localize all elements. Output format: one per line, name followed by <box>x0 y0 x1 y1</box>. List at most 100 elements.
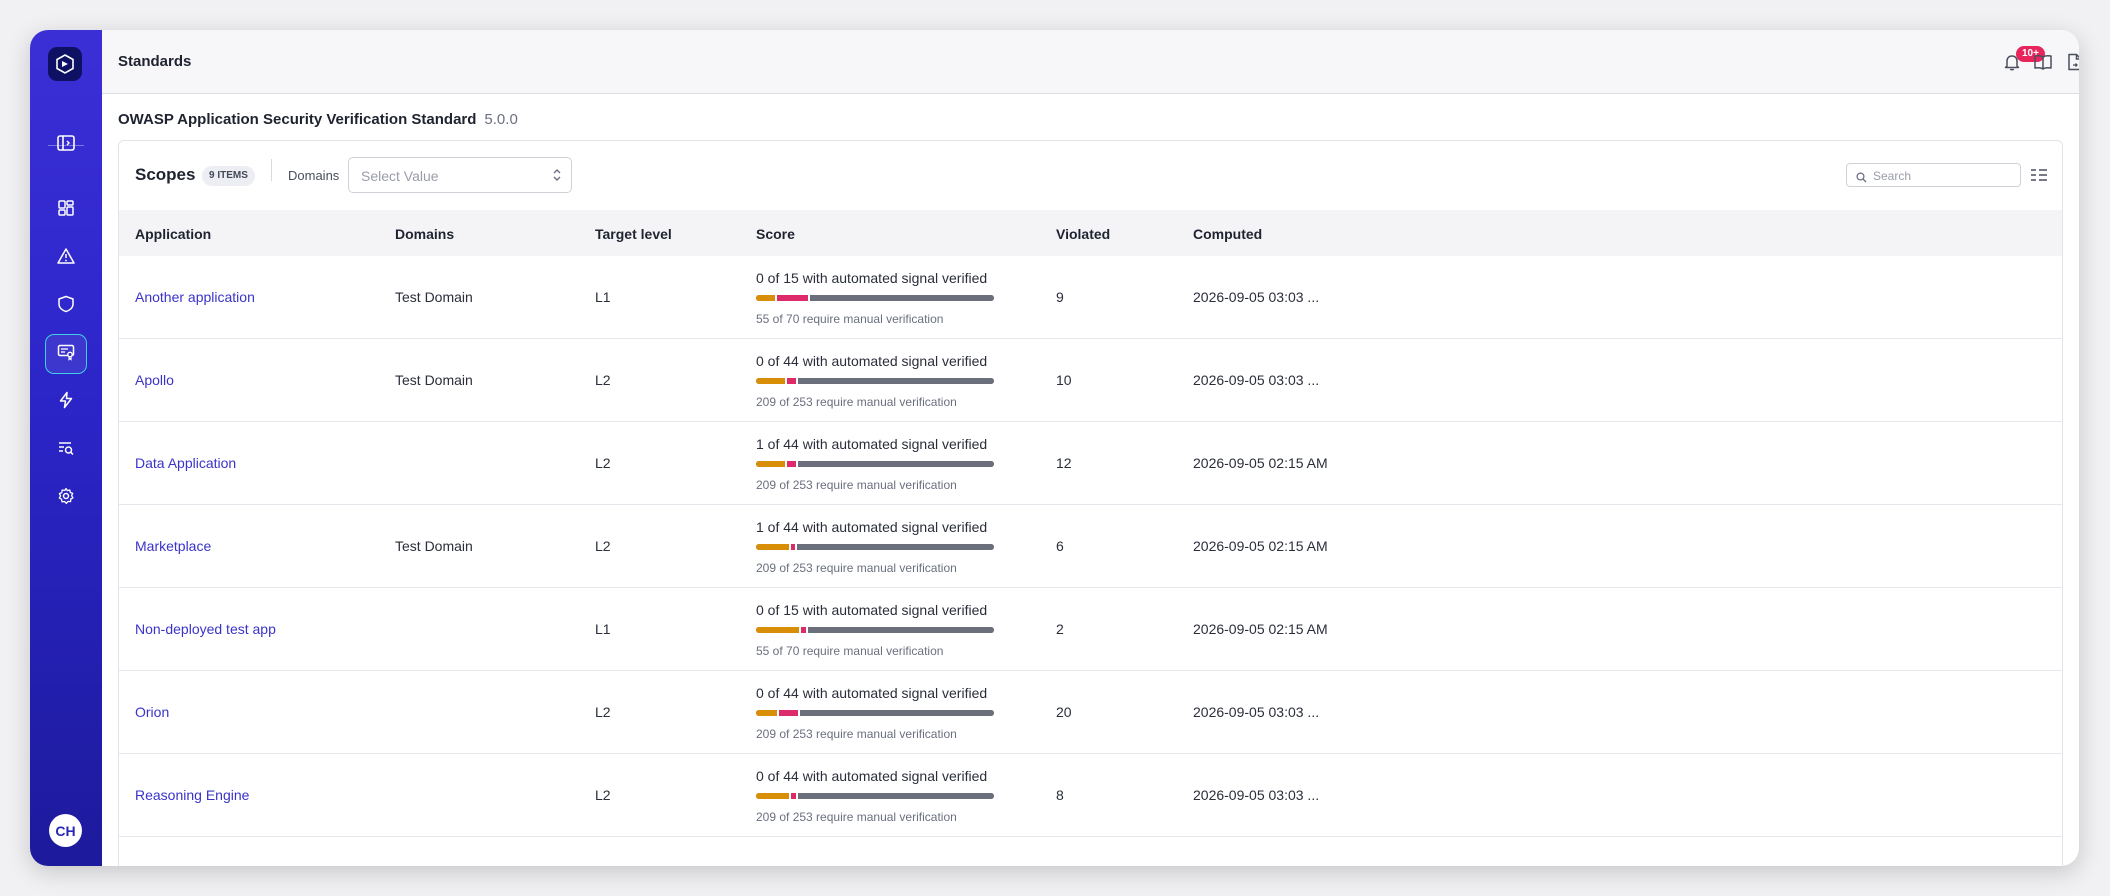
application-link[interactable]: Non-deployed test app <box>135 621 276 637</box>
application-link[interactable]: Marketplace <box>135 538 211 554</box>
standard-name: OWASP Application Security Verification … <box>118 111 477 128</box>
score-summary: 0 of 44 with automated signal verified <box>756 768 988 784</box>
column-header-violated[interactable]: Violated <box>1056 226 1110 242</box>
export-document-icon[interactable] <box>2063 50 2079 74</box>
violated-segment <box>777 295 808 301</box>
user-avatar[interactable]: CH <box>49 814 82 847</box>
violated-count: 10 <box>1056 372 1072 388</box>
manual-verification-note: 209 of 253 require manual verification <box>756 478 957 492</box>
target-level-cell: L2 <box>595 704 611 720</box>
score-progress-bar <box>756 295 994 301</box>
computed-timestamp: 2026-09-05 02:15 AM <box>1193 538 1328 554</box>
sidebar-item-standards[interactable] <box>45 334 87 374</box>
sidebar-divider <box>48 145 84 146</box>
column-header-score[interactable]: Score <box>756 226 795 242</box>
domains-select[interactable]: Select Value <box>348 157 572 193</box>
app-window: CH Standards 10+ OWASP Application Secur… <box>30 30 2079 866</box>
top-bar: Standards 10+ <box>102 30 2079 94</box>
violated-count: 8 <box>1056 787 1064 803</box>
application-link[interactable]: Another application <box>135 289 255 305</box>
automated-segment <box>756 378 785 384</box>
computed-timestamp: 2026-09-05 02:15 AM <box>1193 621 1328 637</box>
item-count-badge: 9 ITEMS <box>202 166 255 186</box>
column-header-target-level[interactable]: Target level <box>595 226 672 242</box>
table-row[interactable]: Orion L2 0 of 44 with automated signal v… <box>119 671 2062 754</box>
score-progress-bar <box>756 378 994 384</box>
table-row[interactable]: Marketplace Test Domain L2 1 of 44 with … <box>119 505 2062 588</box>
target-level-cell: L2 <box>595 538 611 554</box>
application-link[interactable]: Orion <box>135 704 169 720</box>
search-icon <box>1856 170 1867 188</box>
manual-verification-note: 209 of 253 require manual verification <box>756 810 957 824</box>
table-header: Application Domains Target level Score V… <box>119 210 2062 256</box>
table-row[interactable]: Apollo Test Domain L2 0 of 44 with autom… <box>119 339 2062 422</box>
domains-filter-label: Domains <box>288 168 340 183</box>
column-header-application[interactable]: Application <box>135 226 211 242</box>
search-input[interactable]: Search <box>1846 163 2021 187</box>
target-level-cell: L1 <box>595 289 611 305</box>
sidebar-item-activity[interactable] <box>45 382 87 422</box>
table-row[interactable]: Another application Test Domain L1 0 of … <box>119 256 2062 339</box>
search-placeholder: Search <box>1873 169 1912 183</box>
table-row[interactable]: Non-deployed test app L1 0 of 15 with au… <box>119 588 2062 671</box>
manual-verification-note: 55 of 70 require manual verification <box>756 644 944 658</box>
score-summary: 0 of 44 with automated signal verified <box>756 685 988 701</box>
score-progress-bar <box>756 710 994 716</box>
domain-cell: Test Domain <box>395 538 473 554</box>
column-header-domains[interactable]: Domains <box>395 226 454 242</box>
computed-timestamp: 2026-09-05 03:03 ... <box>1193 372 1320 388</box>
app-logo-icon[interactable] <box>48 47 82 81</box>
automated-segment <box>756 295 776 301</box>
target-level-cell: L1 <box>595 621 611 637</box>
manual-segment <box>798 378 994 384</box>
score-summary: 1 of 44 with automated signal verified <box>756 436 988 452</box>
violated-segment <box>786 461 797 467</box>
violated-count: 2 <box>1056 621 1064 637</box>
standard-version: 5.0.0 <box>484 111 518 128</box>
automated-segment <box>756 544 790 550</box>
table-body: Another application Test Domain L1 0 of … <box>119 256 2062 837</box>
manual-segment <box>798 793 994 799</box>
violated-segment <box>786 378 797 384</box>
sidebar-item-security[interactable] <box>45 286 87 326</box>
application-link[interactable]: Apollo <box>135 372 174 388</box>
score-progress-bar <box>756 544 994 550</box>
main-content: Standards 10+ OWASP Application Security… <box>102 30 2079 866</box>
target-level-cell: L2 <box>595 787 611 803</box>
violated-segment <box>779 710 799 716</box>
sidebar-item-alerts[interactable] <box>45 238 87 278</box>
application-link[interactable]: Data Application <box>135 455 236 471</box>
automated-segment <box>756 627 799 633</box>
computed-timestamp: 2026-09-05 03:03 ... <box>1193 787 1320 803</box>
manual-segment <box>800 710 994 716</box>
table-row[interactable]: Reasoning Engine L2 0 of 44 with automat… <box>119 754 2062 837</box>
sidebar-item-dashboard[interactable] <box>45 190 87 230</box>
domains-select-placeholder: Select Value <box>361 168 439 184</box>
violated-count: 6 <box>1056 538 1064 554</box>
score-summary: 0 of 44 with automated signal verified <box>756 353 988 369</box>
column-header-computed[interactable]: Computed <box>1193 226 1262 242</box>
domain-cell: Test Domain <box>395 289 473 305</box>
target-level-cell: L2 <box>595 455 611 471</box>
column-settings-icon[interactable] <box>2027 163 2051 187</box>
application-link[interactable]: Reasoning Engine <box>135 787 249 803</box>
sidebar-toggle-icon[interactable] <box>45 123 87 163</box>
dashboard-icon <box>57 199 75 222</box>
standard-title: OWASP Application Security Verification … <box>118 111 518 128</box>
automated-segment <box>756 793 790 799</box>
manual-segment <box>807 627 994 633</box>
shield-icon <box>57 295 75 318</box>
lightning-icon <box>57 391 75 414</box>
score-progress-bar <box>756 627 994 633</box>
automated-segment <box>756 461 785 467</box>
table-row[interactable]: Data Application L2 1 of 44 with automat… <box>119 422 2062 505</box>
score-summary: 0 of 15 with automated signal verified <box>756 270 988 286</box>
book-icon[interactable] <box>2031 50 2055 74</box>
chevron-updown-icon <box>551 167 563 188</box>
manual-segment <box>809 295 994 301</box>
sidebar-item-settings[interactable] <box>45 478 87 518</box>
manual-verification-note: 209 of 253 require manual verification <box>756 727 957 741</box>
violated-count: 12 <box>1056 455 1072 471</box>
manual-verification-note: 209 of 253 require manual verification <box>756 395 957 409</box>
sidebar-item-search[interactable] <box>45 430 87 470</box>
